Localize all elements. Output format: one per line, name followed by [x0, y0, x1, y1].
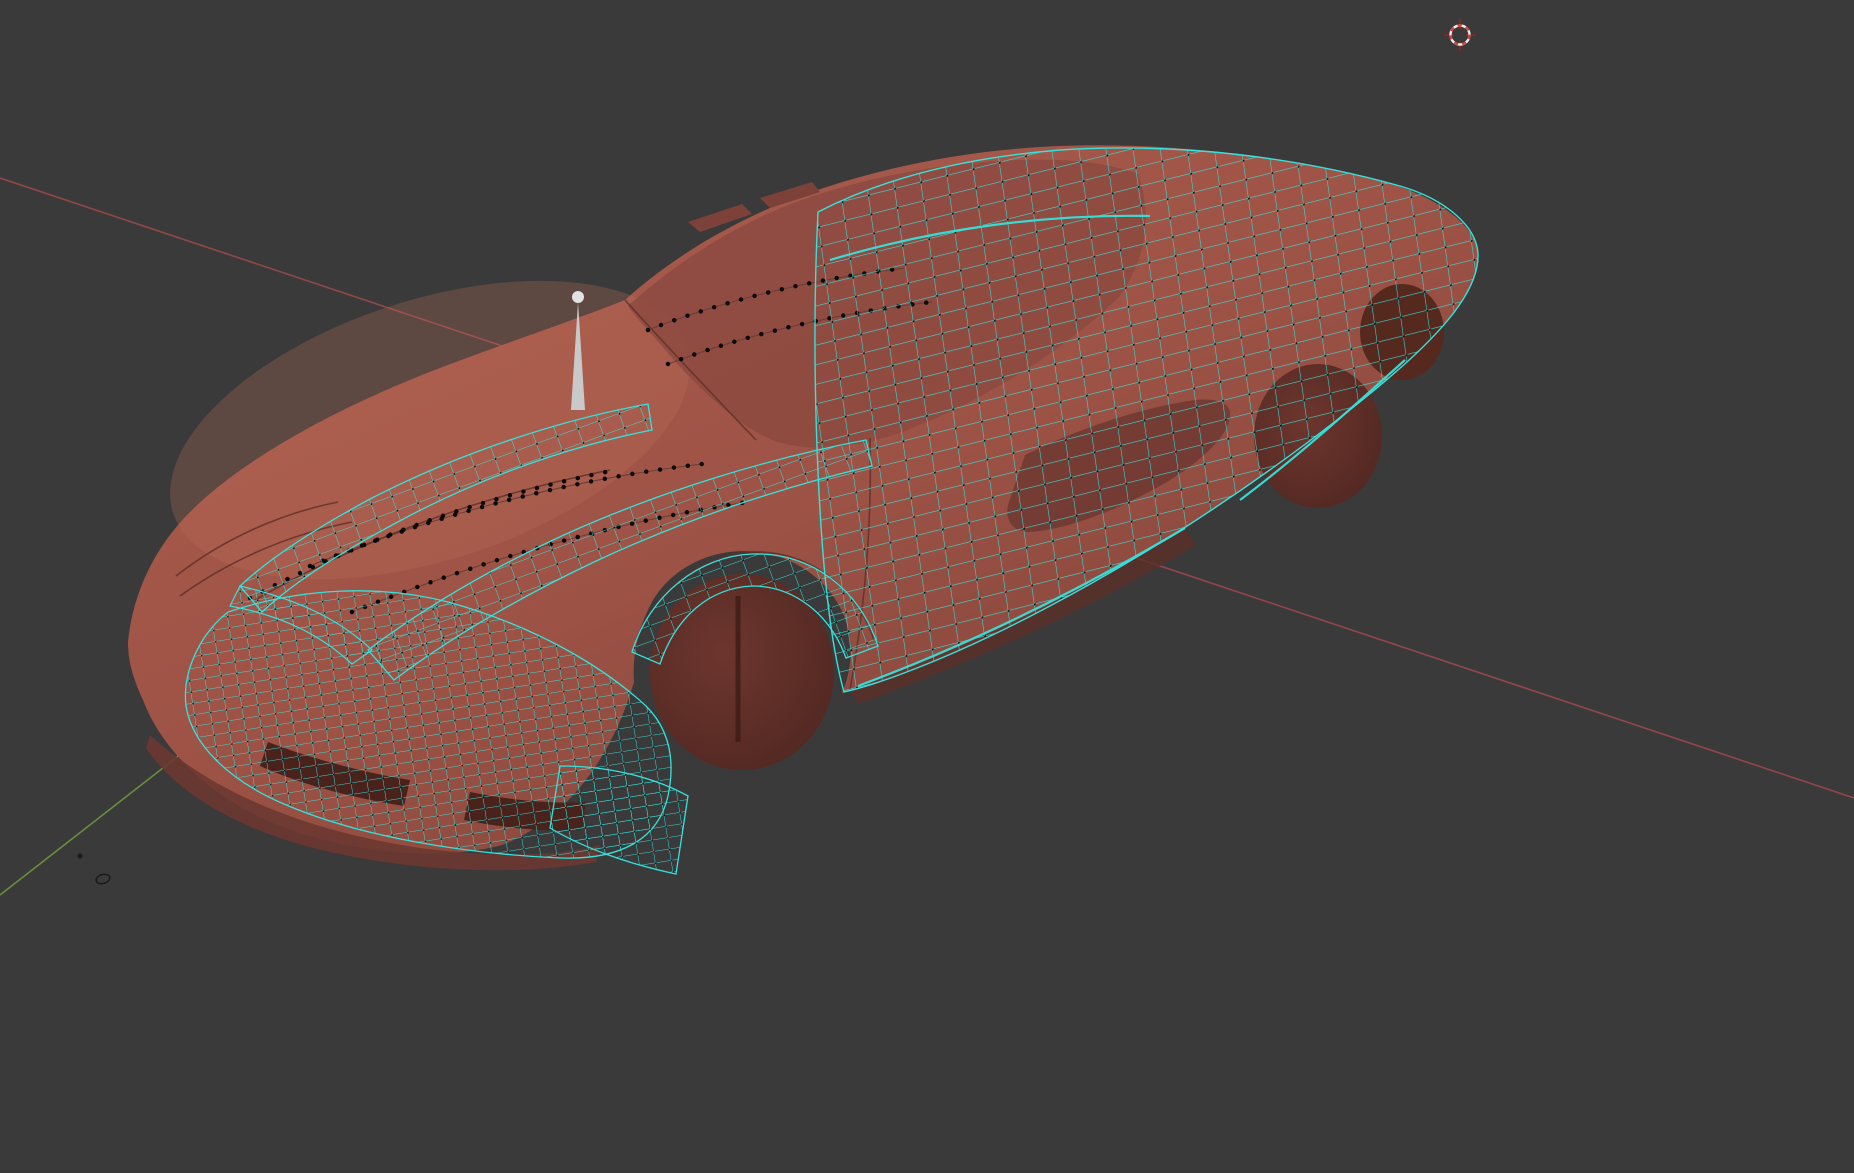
- viewport-canvas[interactable]: [0, 0, 1854, 1173]
- blender-3d-viewport[interactable]: [0, 0, 1854, 1173]
- antenna-tip: [572, 291, 584, 303]
- stray-dot: [77, 853, 83, 859]
